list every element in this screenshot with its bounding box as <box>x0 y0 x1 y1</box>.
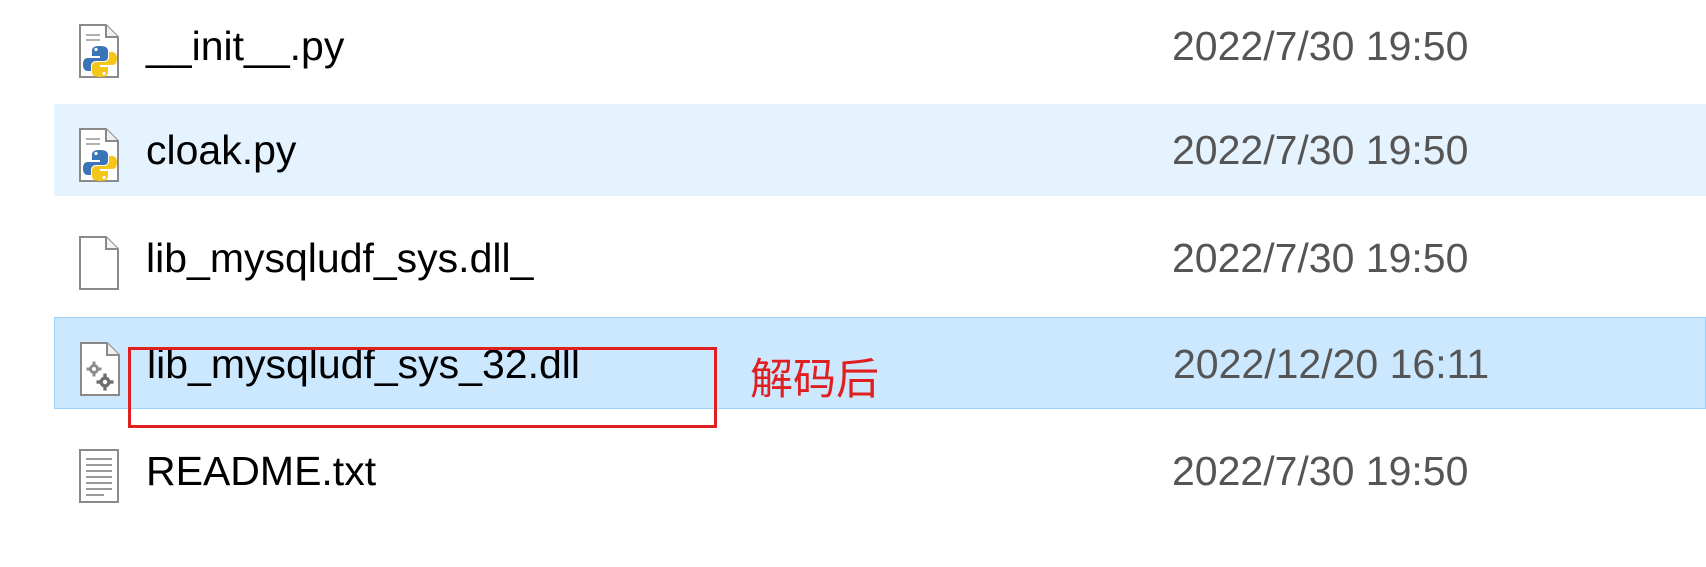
python-file-icon <box>78 24 122 78</box>
file-name: cloak.py <box>146 127 297 173</box>
file-modified-date: 2022/7/30 19:50 <box>1172 448 1469 494</box>
annotation-highlight-box <box>128 347 717 428</box>
file-name: lib_mysqludf_sys.dll_ <box>146 235 534 281</box>
file-row-init-py[interactable]: __init__.py 2022/7/30 19:50 <box>54 0 1706 92</box>
file-name: README.txt <box>146 448 377 494</box>
blank-file-icon <box>78 236 122 290</box>
file-list: __init__.py 2022/7/30 19:50 cloak.py 202… <box>0 0 1706 567</box>
file-modified-date: 2022/7/30 19:50 <box>1172 235 1469 281</box>
file-modified-date: 2022/7/30 19:50 <box>1172 23 1469 69</box>
python-file-icon <box>78 128 122 182</box>
file-name: __init__.py <box>146 23 345 69</box>
file-row-lib-mysqludf-sys-dll[interactable]: lib_mysqludf_sys.dll_ 2022/7/30 19:50 <box>54 212 1706 304</box>
file-modified-date: 2022/12/20 16:11 <box>1173 341 1490 387</box>
annotation-label: 解码后 <box>750 355 879 405</box>
file-modified-date: 2022/7/30 19:50 <box>1172 127 1469 173</box>
text-file-icon <box>78 449 122 503</box>
dll-file-icon <box>79 342 123 396</box>
file-row-cloak-py[interactable]: cloak.py 2022/7/30 19:50 <box>54 104 1706 196</box>
file-row-readme-txt[interactable]: README.txt 2022/7/30 19:50 <box>54 425 1706 517</box>
